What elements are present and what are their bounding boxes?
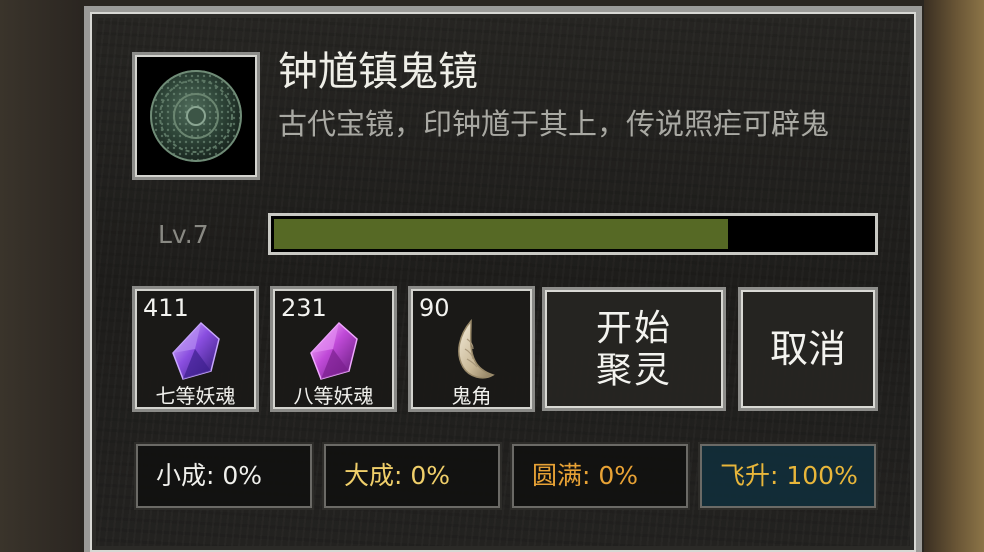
stat-xiaocheng: 小成: 0% [134,442,314,510]
level-label: Lv.7 [158,220,209,249]
stat-dacheng: 大成: 0% [322,442,502,510]
bronze-mirror-icon [150,70,242,162]
material-slot-seventh-soul[interactable]: 411 七等妖魂 [132,286,259,412]
item-icon-frame [132,52,260,180]
material-slot-ghost-horn[interactable]: 90 鬼角 [408,286,535,412]
item-description: 古代宝镜，印钟馗于其上，传说照疟可辟鬼 [278,107,830,141]
item-title: 钟馗镇鬼镜 [278,49,478,95]
material-name: 八等妖魂 [293,384,374,408]
background-right [924,0,984,552]
background-left [0,0,80,552]
start-gather-spirit-button[interactable]: 开始 聚灵 [542,287,726,411]
start-button-label-line1: 开始 [595,308,672,349]
material-slot-eighth-soul[interactable]: 231 八等妖魂 [270,286,397,412]
stat-feisheng: 飞升: 100% [698,442,878,510]
cancel-button[interactable]: 取消 [738,287,878,411]
material-name: 七等妖魂 [155,384,236,408]
material-name: 鬼角 [451,384,492,408]
stat-yuanman: 圆满: 0% [510,442,690,510]
horn-icon [458,319,495,379]
magenta-crystal-icon [310,321,358,380]
blue-crystal-icon [172,321,220,380]
experience-bar [268,213,878,255]
start-button-label-line2: 聚灵 [595,350,672,391]
experience-bar-fill [274,219,729,249]
